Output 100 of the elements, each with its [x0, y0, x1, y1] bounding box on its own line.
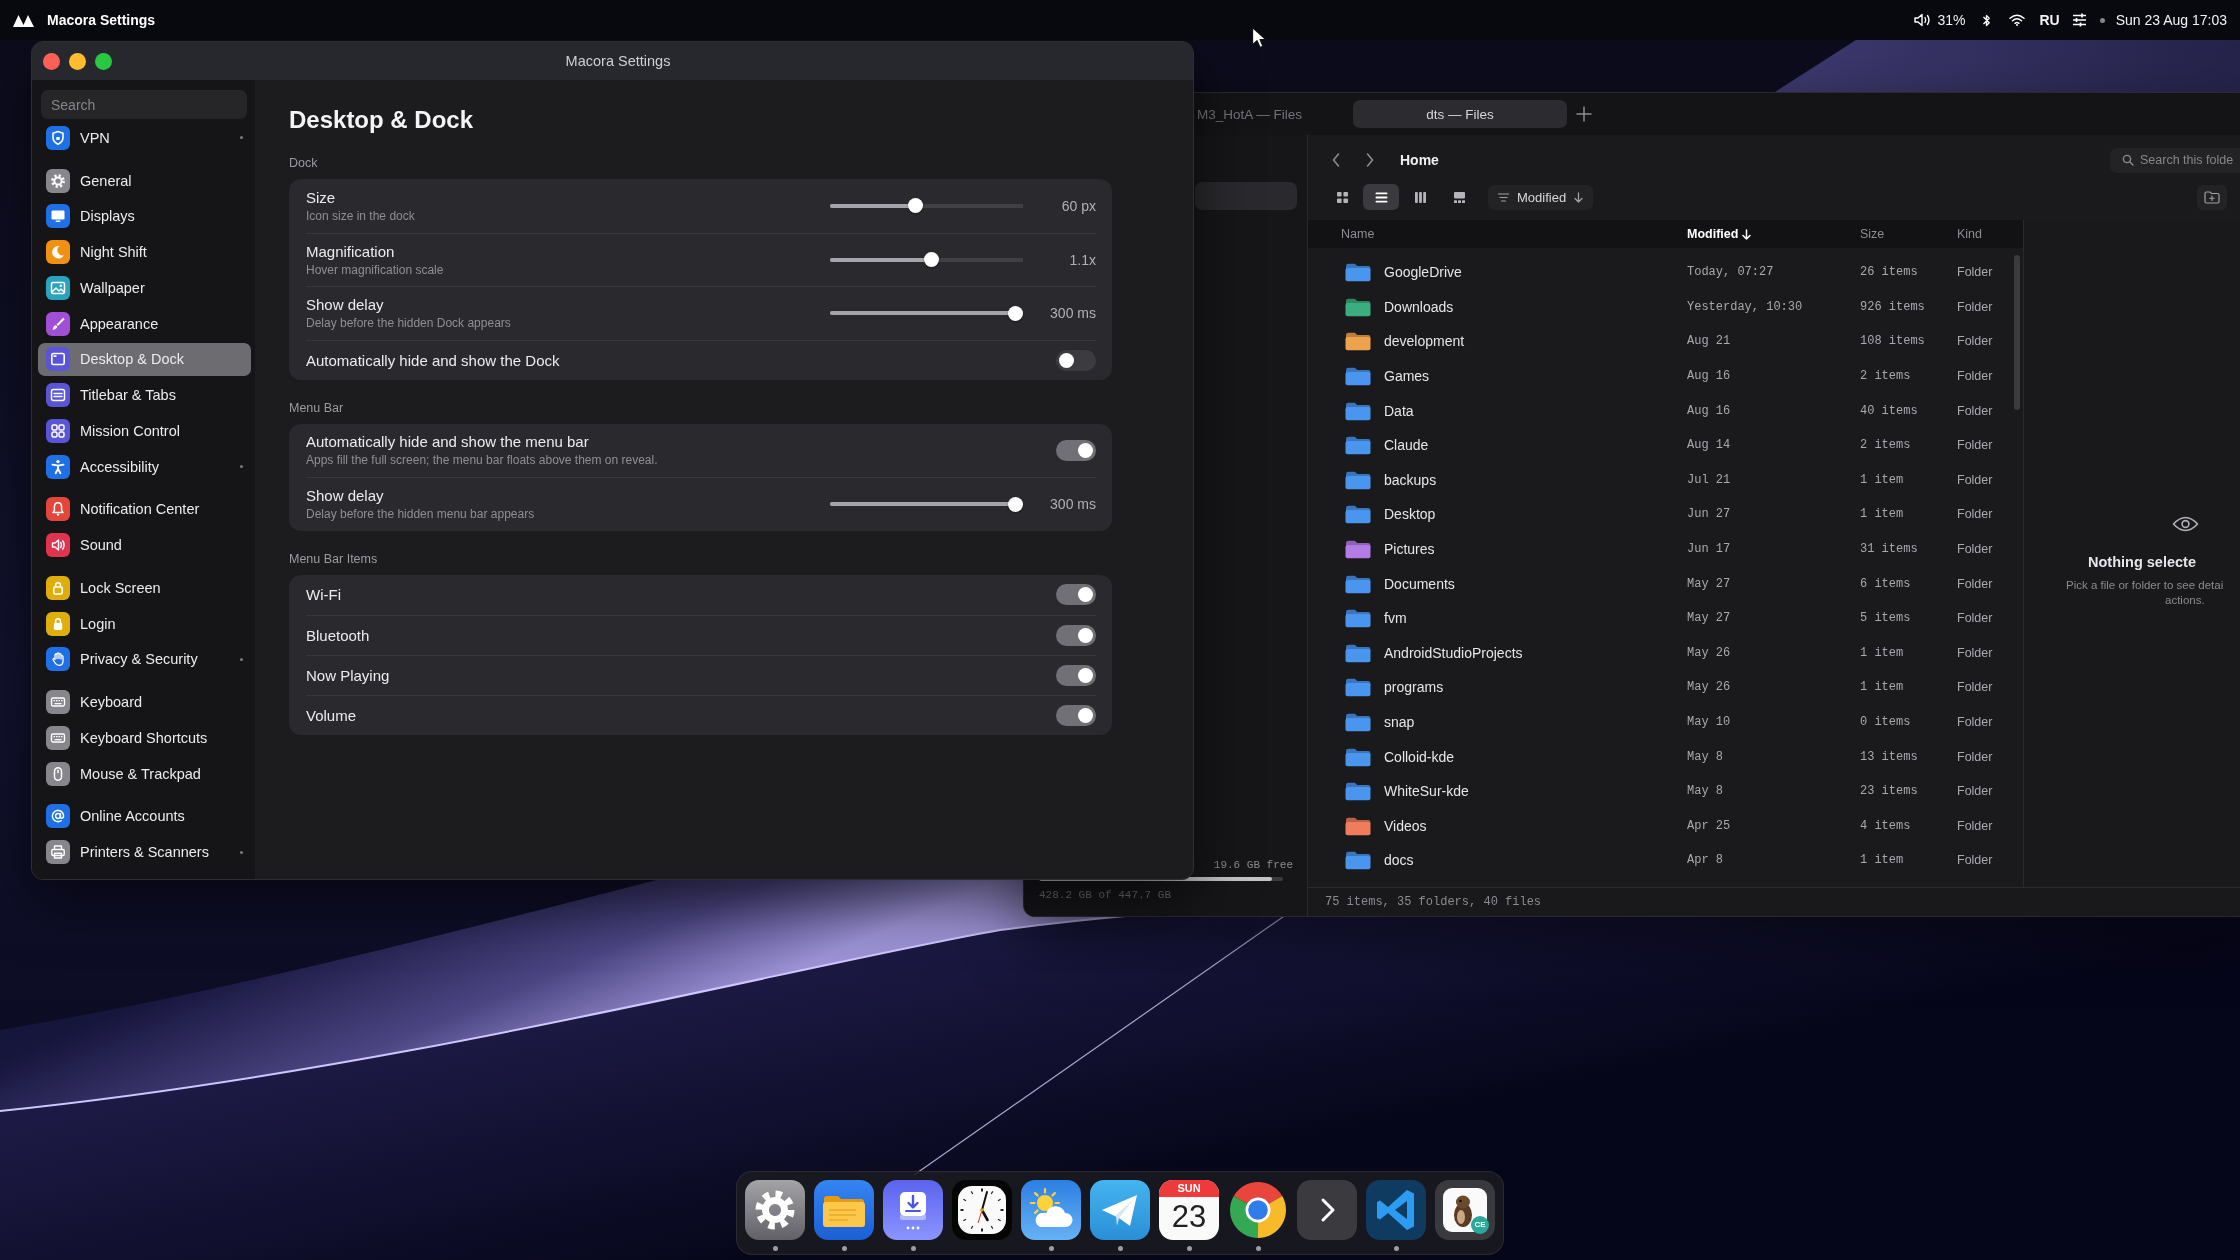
modified-date: May 10 — [1687, 715, 1731, 729]
sidebar-item[interactable]: Displays — [38, 199, 251, 234]
plus-icon[interactable] — [1576, 106, 1592, 122]
setting-description: Delay before the hidden menu bar appears — [306, 507, 536, 523]
slider-thumb[interactable] — [1008, 496, 1023, 512]
sidebar-item[interactable]: Mouse & Trackpad — [38, 756, 251, 791]
minimize-button[interactable] — [69, 52, 86, 70]
kind-text: Folder — [1957, 818, 1993, 833]
search-field[interactable]: Search this folde — [2110, 147, 2240, 173]
item-count: 108 items — [1860, 334, 1925, 349]
circle-logo-icon[interactable] — [1228, 1180, 1288, 1240]
sidebar-item[interactable]: Wallpaper — [38, 271, 251, 305]
sidebar-item[interactable]: Desktop & Dock — [38, 342, 251, 377]
chevron-right-icon[interactable] — [1365, 152, 1375, 168]
sidebar-item[interactable]: Online Accounts — [38, 799, 251, 834]
file-name[interactable]: Games — [1384, 368, 1430, 385]
sidebar-item[interactable]: VPN — [38, 121, 251, 155]
sidebar-item[interactable]: Lock Screen — [38, 571, 251, 605]
speaker-icon[interactable] — [1914, 13, 1933, 27]
chevron-right-icon[interactable] — [1297, 1180, 1357, 1240]
file-name[interactable]: Downloads — [1384, 298, 1454, 315]
sidebar-item[interactable]: Privacy & Security — [38, 642, 251, 677]
file-name[interactable]: snap — [1384, 714, 1415, 730]
slider-thumb[interactable] — [908, 198, 924, 214]
kind-text: Folder — [1957, 715, 1993, 729]
new-folder-button[interactable] — [2197, 184, 2227, 210]
file-name[interactable]: Colloid-kde — [1384, 748, 1455, 765]
sidebar-item[interactable]: General — [38, 163, 251, 198]
column-header[interactable]: Modified — [1687, 227, 1752, 241]
toggle-switch[interactable] — [1056, 349, 1096, 371]
file-name[interactable]: Data — [1384, 402, 1414, 419]
download-icon[interactable] — [883, 1180, 943, 1240]
sidebar-item[interactable]: Keyboard Shortcuts — [38, 721, 251, 755]
wifi-icon[interactable] — [2009, 14, 2026, 26]
volume-level-text[interactable]: 31% — [1937, 12, 1966, 28]
search-field[interactable]: Search — [41, 90, 247, 119]
bluetooth-icon[interactable] — [1982, 12, 1992, 28]
sidebar-item[interactable]: Night Shift — [38, 235, 251, 269]
sidebar-item[interactable]: Keyboard — [38, 685, 251, 719]
view-mode-button[interactable] — [1363, 184, 1399, 210]
file-name[interactable]: fvm — [1384, 610, 1407, 627]
file-name[interactable]: Documents — [1384, 575, 1455, 592]
scrollbar[interactable] — [2014, 255, 2020, 410]
calendar-icon[interactable]: SUN 23 — [1159, 1180, 1219, 1240]
clock-text[interactable]: Sun 23 Aug 17:03 — [2115, 12, 2227, 28]
file-name[interactable]: Desktop — [1384, 506, 1436, 523]
item-count: 23 items — [1860, 784, 1918, 799]
column-header[interactable]: Size — [1860, 227, 1885, 241]
toggle-switch[interactable] — [1056, 439, 1096, 461]
app-name[interactable]: Macora Settings — [47, 12, 156, 28]
modified-date: Yesterday, 10:30 — [1687, 299, 1803, 314]
item-count: 2 items — [1860, 438, 1911, 453]
close-button[interactable] — [43, 52, 60, 70]
toggle-switch[interactable] — [1056, 584, 1096, 605]
tab[interactable]: dts — Files — [1353, 100, 1567, 128]
slider-thumb[interactable] — [1008, 305, 1023, 321]
app-badge: CE — [1471, 1216, 1489, 1234]
sidebar-item[interactable]: Appearance — [38, 306, 251, 341]
slider-thumb[interactable] — [924, 252, 940, 268]
sun-cloud-icon[interactable] — [1021, 1180, 1081, 1240]
sidebar-item[interactable]: Printers & Scanners — [38, 835, 251, 869]
file-name[interactable]: backups — [1384, 471, 1437, 488]
setting-description: Icon size in the dock — [306, 208, 416, 224]
mountain-logo-icon[interactable] — [13, 13, 34, 27]
sidebar-item[interactable]: Accessibility — [38, 449, 251, 484]
kind-text: Folder — [1957, 265, 1993, 280]
column-header[interactable]: Kind — [1957, 227, 1983, 241]
file-name[interactable]: Videos — [1384, 817, 1427, 834]
setting-title: Automatically hide and show the menu bar — [306, 432, 590, 452]
tab[interactable]: M3_HotA — Files — [1195, 100, 1353, 128]
file-name[interactable]: GoogleDrive — [1384, 264, 1462, 281]
maximize-button[interactable] — [95, 52, 112, 70]
paper-plane-icon[interactable] — [1090, 1180, 1150, 1240]
file-name[interactable]: WhiteSur-kde — [1384, 783, 1469, 800]
sidebar-item[interactable]: Sound — [38, 528, 251, 562]
sliders-icon[interactable] — [2071, 13, 2087, 27]
toggle-switch[interactable] — [1056, 624, 1096, 646]
file-name[interactable]: development — [1384, 333, 1465, 350]
ribbon-logo-icon[interactable] — [1366, 1180, 1426, 1240]
file-name[interactable]: Pictures — [1384, 541, 1435, 558]
column-header[interactable]: Name — [1341, 227, 1375, 241]
folder-icon[interactable] — [814, 1180, 874, 1240]
page-title: Desktop & Dock — [289, 105, 475, 135]
file-name[interactable]: Claude — [1384, 437, 1429, 454]
sort-button[interactable]: Modified — [1488, 184, 1594, 210]
setting-value: 300 ms — [1049, 496, 1096, 513]
sidebar-item[interactable]: Mission Control — [38, 414, 251, 448]
file-name[interactable]: AndroidStudioProjects — [1384, 644, 1523, 661]
toggle-switch[interactable] — [1056, 664, 1096, 686]
sidebar-item[interactable]: Notification Center — [38, 492, 251, 527]
clock-icon[interactable] — [952, 1180, 1012, 1240]
sidebar-item[interactable]: Login — [38, 606, 251, 641]
file-name[interactable]: docs — [1384, 852, 1414, 869]
gear-icon[interactable] — [745, 1180, 805, 1240]
chevron-left-icon[interactable] — [1331, 152, 1341, 168]
file-name[interactable]: programs — [1384, 679, 1444, 696]
input-source-text[interactable]: RU — [2039, 12, 2060, 28]
toggle-switch[interactable] — [1056, 704, 1096, 726]
sidebar-item[interactable]: Titlebar & Tabs — [38, 378, 251, 412]
location-title: Home — [1400, 152, 1439, 168]
